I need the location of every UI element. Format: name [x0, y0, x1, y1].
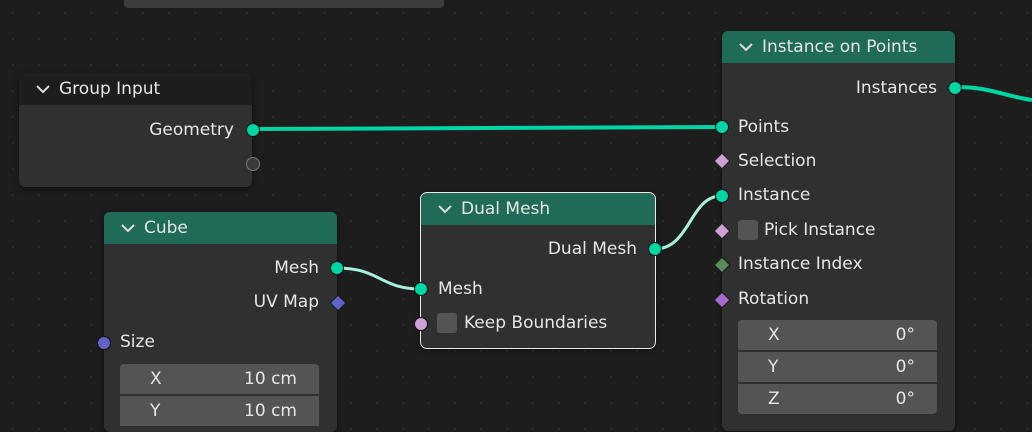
cube-size-label: Size — [120, 332, 155, 352]
group-input-node[interactable]: Group Input Geometry — [19, 73, 260, 187]
dual-mesh-output-socket[interactable] — [648, 242, 662, 256]
points-input-socket[interactable] — [715, 120, 729, 134]
chevron-down-icon[interactable] — [35, 81, 51, 97]
cube-size-y-field[interactable]: Y 10 cm — [120, 396, 319, 426]
dual-mesh-output-label: Dual Mesh — [547, 239, 637, 259]
group-input-empty-socket[interactable] — [246, 157, 260, 171]
dual-mesh-mesh-input-socket[interactable] — [414, 282, 428, 296]
cube-title: Cube — [144, 218, 188, 238]
chevron-down-icon[interactable] — [738, 39, 754, 55]
pick-instance-label: Pick Instance — [764, 220, 876, 240]
group-input-geometry-label: Geometry — [149, 120, 234, 140]
rotation-x-field[interactable]: X 0° — [738, 320, 937, 350]
rotation-y-field[interactable]: Y 0° — [738, 352, 937, 382]
instance-on-points-title: Instance on Points — [762, 37, 918, 57]
group-input-geometry-socket[interactable] — [246, 123, 260, 137]
rotation-x-value: 0° — [895, 325, 915, 345]
cube-size-x-field[interactable]: X 10 cm — [120, 364, 319, 394]
rotation-z-field[interactable]: Z 0° — [738, 384, 937, 414]
chevron-down-icon[interactable] — [437, 201, 453, 217]
instance-on-points-header[interactable]: Instance on Points — [722, 31, 955, 63]
rotation-y-value: 0° — [895, 357, 915, 377]
instances-output-socket[interactable] — [948, 81, 962, 95]
cube-size-socket[interactable] — [97, 336, 111, 350]
cube-mesh-label: Mesh — [274, 258, 319, 278]
cube-size-y-axis: Y — [150, 401, 161, 421]
link-cube-mesh-to-dualmesh — [336, 266, 422, 291]
rotation-y-axis: Y — [768, 357, 779, 377]
link-group-geometry-to-points — [251, 125, 722, 131]
rotation-z-value: 0° — [895, 389, 915, 409]
instance-index-label: Instance Index — [738, 254, 863, 274]
link-instances-out — [954, 85, 1032, 102]
rotation-z-axis: Z — [768, 389, 780, 409]
selection-label: Selection — [738, 151, 817, 171]
dual-mesh-mesh-label: Mesh — [438, 279, 483, 299]
rotation-label: Rotation — [738, 289, 810, 309]
cube-node[interactable]: Cube Mesh UV Map Size X 10 cm Y 10 cm — [97, 212, 347, 432]
group-input-title: Group Input — [59, 79, 161, 99]
dual-mesh-title: Dual Mesh — [461, 199, 551, 219]
cube-uvmap-label: UV Map — [253, 292, 319, 312]
cube-mesh-output-socket[interactable] — [330, 261, 344, 275]
dual-mesh-header[interactable]: Dual Mesh — [421, 193, 655, 225]
instances-label: Instances — [855, 78, 937, 98]
points-label: Points — [738, 117, 790, 137]
keep-boundaries-socket[interactable] — [414, 317, 428, 331]
cube-size-x-axis: X — [150, 369, 162, 389]
pick-instance-checkbox[interactable] — [738, 220, 758, 240]
chevron-down-icon[interactable] — [120, 220, 136, 236]
cube-size-y-value: 10 cm — [244, 401, 297, 421]
rotation-x-axis: X — [768, 325, 780, 345]
cube-header[interactable]: Cube — [104, 212, 337, 244]
instance-label: Instance — [738, 185, 811, 205]
keep-boundaries-label: Keep Boundaries — [464, 313, 608, 333]
keep-boundaries-checkbox[interactable] — [437, 313, 457, 333]
instance-on-points-node[interactable]: Instance on Points Instances Points Sele… — [713, 31, 962, 431]
dual-mesh-node[interactable]: Dual Mesh Dual Mesh Mesh Keep Boundaries — [414, 192, 662, 349]
group-input-header[interactable]: Group Input — [19, 73, 252, 105]
link-dualmesh-to-instance — [654, 194, 722, 251]
cube-size-x-value: 10 cm — [244, 369, 297, 389]
instance-input-socket[interactable] — [715, 189, 729, 203]
